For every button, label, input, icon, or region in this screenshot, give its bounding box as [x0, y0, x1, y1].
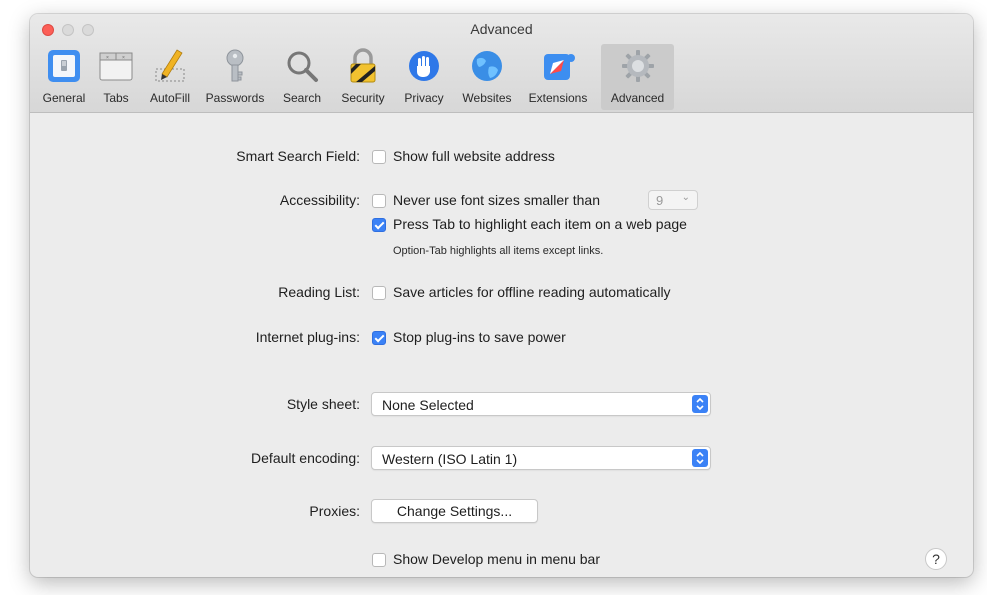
extensions-icon — [539, 47, 577, 85]
offline-reading-checkbox[interactable] — [372, 286, 386, 300]
magnifier-icon — [283, 47, 321, 85]
advanced-settings-pane: Smart Search Field: Show full website ad… — [30, 113, 973, 577]
reading-list-label: Reading List: — [278, 284, 360, 300]
updown-arrows-icon — [692, 449, 708, 467]
tab-security[interactable]: Security — [334, 44, 392, 110]
stop-plugins-label: Stop plug-ins to save power — [393, 329, 566, 345]
show-develop-menu-label: Show Develop menu in menu bar — [393, 551, 601, 567]
globe-icon — [468, 47, 506, 85]
autofill-pencil-icon — [151, 47, 189, 85]
show-full-address-checkbox[interactable] — [372, 150, 386, 164]
style-sheet-value: None Selected — [382, 397, 474, 413]
key-icon — [216, 47, 254, 85]
tab-passwords[interactable]: Passwords — [202, 44, 268, 110]
help-button[interactable]: ? — [925, 548, 947, 570]
tab-label: General — [42, 91, 86, 105]
tab-label: AutoFill — [149, 91, 190, 105]
tab-privacy[interactable]: Privacy — [398, 44, 450, 110]
min-font-size-checkbox[interactable] — [372, 194, 386, 208]
min-font-size-label: Never use font sizes smaller than — [393, 192, 600, 208]
accessibility-label: Accessibility: — [279, 192, 360, 208]
default-encoding-value: Western (ISO Latin 1) — [382, 451, 518, 467]
tab-label: Privacy — [404, 91, 444, 105]
press-tab-checkbox[interactable] — [372, 218, 386, 232]
tab-search[interactable]: Search — [277, 44, 327, 110]
default-encoding-label: Default encoding: — [251, 450, 360, 466]
proxies-label: Proxies: — [309, 503, 360, 519]
gear-icon — [619, 47, 657, 85]
updown-arrows-icon — [692, 395, 708, 413]
padlock-icon — [344, 47, 382, 85]
show-develop-menu-checkbox[interactable] — [372, 553, 386, 567]
tab-label: Search — [282, 91, 322, 105]
stop-plugins-checkbox[interactable] — [372, 331, 386, 345]
tab-label: Advanced — [610, 91, 665, 105]
svg-text:×: × — [106, 55, 109, 61]
tab-label: Security — [341, 91, 385, 105]
tab-label: Extensions — [528, 91, 588, 105]
show-full-address-label: Show full website address — [393, 148, 555, 164]
preferences-window: Advanced General × × Tabs AutoFill Passw… — [30, 14, 973, 577]
svg-text:×: × — [122, 55, 125, 61]
tab-label: Websites — [462, 91, 512, 105]
plugins-label: Internet plug-ins: — [255, 329, 360, 345]
font-size-select[interactable]: 9 ⌄ — [648, 190, 698, 210]
option-tab-note: Option-Tab highlights all items except l… — [393, 245, 604, 257]
smart-search-label: Smart Search Field: — [236, 148, 360, 164]
title-bar: Advanced General × × Tabs AutoFill Passw… — [30, 14, 973, 113]
font-size-value: 9 — [656, 193, 664, 208]
general-switch-icon — [45, 47, 83, 85]
tab-label: Tabs — [103, 91, 129, 105]
style-sheet-label: Style sheet: — [286, 396, 360, 412]
tab-tabs[interactable]: × × Tabs — [95, 44, 137, 110]
tabs-icon: × × — [97, 47, 135, 85]
tab-label: Passwords — [205, 91, 265, 105]
chevron-down-icon: ⌄ — [681, 192, 690, 203]
press-tab-label: Press Tab to highlight each item on a we… — [393, 216, 687, 232]
tab-websites[interactable]: Websites — [455, 44, 519, 110]
window-title: Advanced — [470, 21, 533, 37]
tab-advanced[interactable]: Advanced — [601, 44, 674, 110]
tab-extensions[interactable]: Extensions — [525, 44, 591, 110]
default-encoding-select[interactable]: Western (ISO Latin 1) — [371, 446, 711, 470]
preferences-toolbar: General × × Tabs AutoFill Passwords Sear… — [30, 44, 730, 110]
tab-autofill[interactable]: AutoFill — [143, 44, 197, 110]
tab-general[interactable]: General — [38, 44, 90, 110]
hand-icon — [405, 47, 443, 85]
change-settings-button[interactable]: Change Settings... — [371, 499, 538, 523]
style-sheet-select[interactable]: None Selected — [371, 392, 711, 416]
offline-reading-label: Save articles for offline reading automa… — [393, 284, 671, 300]
